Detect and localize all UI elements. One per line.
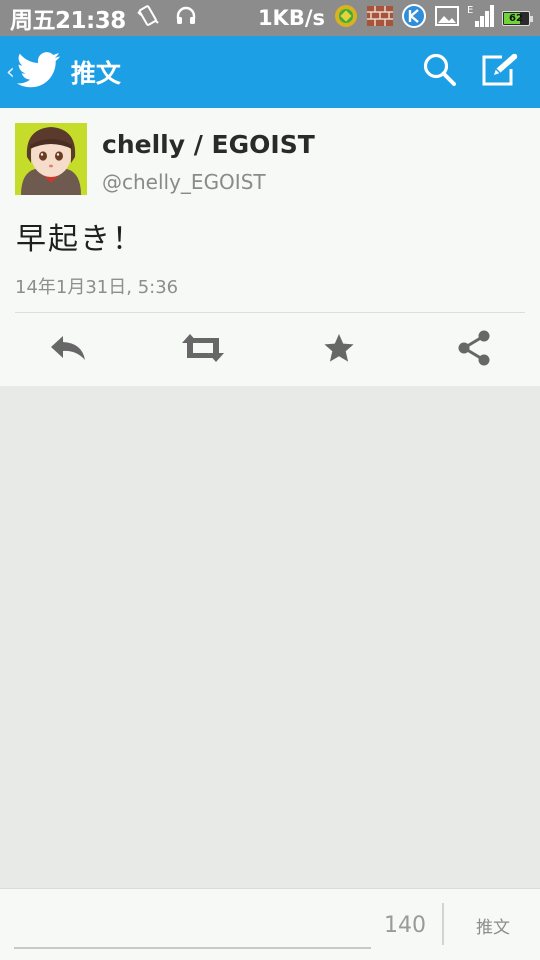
tweet-card: chelly / EGOIST @chelly_EGOIST 早起き！ 14年1… [0,108,540,386]
app-notify-icon [333,3,359,33]
reply-input[interactable] [14,899,371,949]
vibrate-icon [136,4,160,32]
page-title: 推文 [70,59,121,88]
share-icon [455,329,493,371]
tweet-submit-button[interactable]: 推文 [446,889,540,960]
avatar[interactable] [15,123,87,195]
display-name[interactable]: chelly / EGOIST [102,130,315,159]
signal-icon: E [467,3,495,33]
favorite-icon [323,333,355,367]
tweet-timestamp: 14年1月31日, 5:36 [15,277,179,298]
back-button[interactable]: ‹ [0,36,61,108]
status-time: 周五21:38 [10,8,126,34]
retweet-icon [181,333,225,366]
compose-button[interactable] [470,36,530,108]
k-icon [401,3,427,33]
share-button[interactable] [429,313,519,386]
brick-icon [366,4,394,32]
replies-area [0,386,540,888]
retweet-button[interactable] [158,313,248,386]
tweet-text: 早起き！ [16,222,144,257]
twitter-bird-icon [16,52,61,92]
network-speed: 1KB/s [257,6,325,30]
character-count: 140 [384,913,426,938]
search-icon [422,52,458,92]
image-icon [434,4,460,32]
search-button[interactable] [410,36,470,108]
compose-icon [480,52,520,92]
tweet-actions [0,313,540,386]
user-handle[interactable]: @chelly_EGOIST [102,170,266,194]
svg-text:E: E [467,5,473,16]
status-bar: 周五21:38 1KB/s E 62 [0,0,540,36]
reply-icon [49,334,87,366]
battery-icon: 62 [502,10,533,26]
battery-level: 62 [509,12,523,24]
app-bar: ‹ 推文 [0,36,540,108]
favorite-button[interactable] [294,313,384,386]
back-chevron-icon: ‹ [6,59,15,85]
reply-composer: 140 推文 [0,888,540,960]
headset-icon [174,4,198,32]
composer-divider [442,903,444,945]
reply-button[interactable] [23,313,113,386]
